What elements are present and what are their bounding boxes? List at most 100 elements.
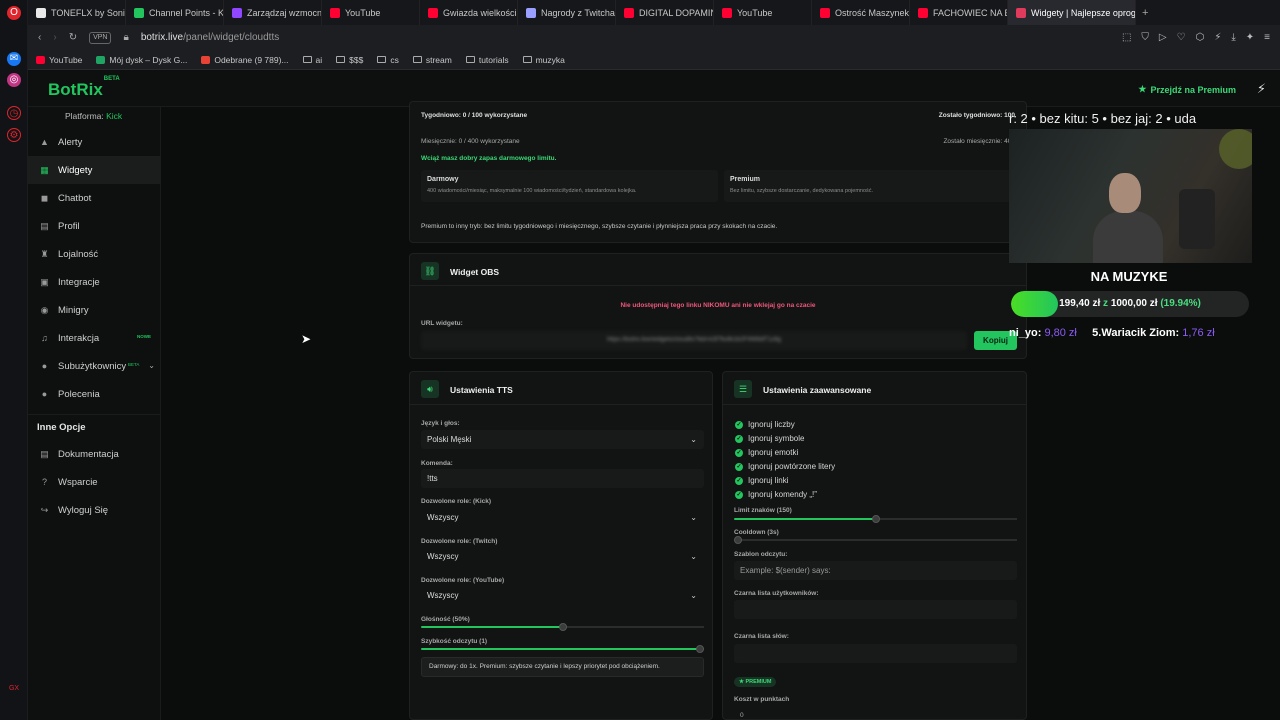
ignore-checkbox[interactable]: ✓ Ignoruj emotki [735,448,798,457]
goal-progress-text: 199,40 zł z 1000,00 zł (19.94%) [1011,291,1249,317]
points-cost-value[interactable]: 0 [740,712,744,719]
plan-free: Darmowy 400 wiadomości/miesiąc, maksymal… [421,170,718,202]
browser-tab[interactable]: DIGITAL DOPAMINE [616,0,714,25]
botrix-logo[interactable]: BotRixBETA [48,76,120,100]
screenshot-icon[interactable]: ⬚ [1122,32,1131,43]
roles-kick-label: Dozwolone role: (Kick) [421,498,492,505]
overlay-ticker: r: 2 • bez kitu: 5 • bez jaj: 2 • uda [1009,111,1197,126]
check-icon[interactable]: ✓ [735,434,743,443]
volume-knob[interactable] [559,623,567,631]
browser-tab[interactable]: TONEFLX by SoniX [28,0,126,25]
chevron-down-icon[interactable]: ⌄ [148,361,155,370]
sidebar-item[interactable]: ↪ Wyloguj Się [28,496,161,524]
gx-icon[interactable]: GX [7,682,21,696]
browser-tab[interactable]: Widgety | Najlepsze oprog [1008,0,1136,25]
cooldown-knob[interactable] [734,536,742,544]
aria-icon[interactable]: ✦ [1246,32,1254,43]
history-icon[interactable]: ◷ [7,106,21,120]
sidebar-item-label: Lojalność [58,248,99,260]
sidebar-item[interactable]: ♫ Interakcja NOWE [28,324,161,352]
browser-tab[interactable]: Gwiazda wielkości [420,0,518,25]
sidebar-item[interactable]: ▤ Dokumentacja [28,440,161,468]
sidebar-item[interactable]: ▤ Profil [28,212,161,240]
ignore-checkbox[interactable]: ✓ Ignoruj powtórzone litery [735,462,835,471]
check-icon[interactable]: ✓ [735,476,743,485]
go-premium-link[interactable]: ★ Przejdź na Premium [1138,84,1236,95]
blacklist-words-input[interactable] [734,644,1017,663]
command-input[interactable]: !tts [421,469,704,488]
sidebar-item[interactable]: ▲ Alerty [28,128,161,156]
template-input[interactable]: Example: $(sender) says: [734,561,1017,580]
obs-url-input[interactable]: https://botrix.live/widgets/cloudtts?bid… [421,331,967,350]
bookmark-item[interactable]: stream [412,55,452,65]
sidebar-item[interactable]: ● Polecenia [28,380,161,408]
extensions-icon[interactable]: ⬡ [1196,32,1205,43]
ignore-checkbox[interactable]: ✓ Ignoruj komendy „!” [735,490,817,499]
sidebar-item[interactable]: ◉ Minigry [28,296,161,324]
browser-tab[interactable]: YouTube [322,0,420,25]
weekly-left: Zostało tygodniowo: 100 [938,112,1015,119]
url-field[interactable]: botrix.live/panel/widget/cloudtts [141,32,279,43]
sidebar-item[interactable]: ◼ Chatbot [28,184,161,212]
bookmark-item[interactable]: ai [302,55,322,65]
speed-slider[interactable] [421,645,704,653]
browser-tab[interactable]: Channel Points - Ki [126,0,224,25]
roles-kick-value: Wszyscy [427,513,459,522]
check-icon[interactable]: ✓ [735,490,743,499]
vpn-badge[interactable]: VPN [89,31,112,44]
browser-tab[interactable]: Nagrody z Twitcha [518,0,616,25]
check-icon[interactable]: ✓ [735,448,743,457]
blacklist-users-input[interactable] [734,600,1017,619]
sidebar-item[interactable]: ♜ Lojalność [28,240,161,268]
browser-tab[interactable]: Zarządzaj wzmocn [224,0,322,25]
browser-tab[interactable]: Ostrość Maszynek [812,0,910,25]
volume-slider[interactable] [421,623,704,631]
menu-icon[interactable]: ≡ [1264,32,1270,43]
kick-bolt-icon[interactable]: ⚡︎ [1257,81,1266,97]
flow-icon[interactable]: ⚡︎ [1214,32,1221,43]
instagram-icon[interactable]: ◎ [7,73,21,87]
bookmark-item[interactable]: tutorials [465,55,509,65]
roles-yt-select[interactable]: Wszyscy ⌄ [421,586,704,605]
send-icon[interactable]: ▷ [1159,32,1167,43]
voice-select[interactable]: Polski Męski ⌄ [421,430,704,449]
roles-kick-select[interactable]: Wszyscy ⌄ [421,508,704,527]
roles-twitch-select[interactable]: Wszyscy ⌄ [421,547,704,566]
forward-icon[interactable]: › [53,32,56,43]
bookmark-item[interactable]: cs [377,55,399,65]
bookmark-item[interactable]: muzyka [522,54,565,65]
check-icon[interactable]: ✓ [735,462,743,471]
bookmark-item[interactable]: Mój dysk – Dysk G... [96,55,187,65]
char-limit-slider[interactable] [734,515,1017,523]
bookmark-item[interactable]: $$$ [336,55,363,65]
sidebar-item[interactable]: ? Wsparcie [28,468,161,496]
sidebar-item[interactable]: ▦ Widgety [28,156,161,184]
check-icon[interactable]: ✓ [735,420,743,429]
ignore-checkbox[interactable]: ✓ Ignoruj liczby [735,420,795,429]
ignore-checkbox[interactable]: ✓ Ignoruj linki [735,476,788,485]
bookmark-item[interactable]: Odebrane (9 789)... [201,55,289,65]
shield-icon[interactable]: ⛉ [1141,32,1149,43]
char-limit-knob[interactable] [872,515,880,523]
reload-icon[interactable]: ↻ [69,32,77,43]
browser-tab[interactable]: FACHOWIEC NA BI [910,0,1008,25]
settings-icon[interactable]: ⚙ [7,128,21,142]
back-icon[interactable]: ‹ [38,32,41,43]
chatbot-icon: ◼ [40,192,49,203]
speed-knob[interactable] [696,645,704,653]
browser-tab[interactable]: YouTube [714,0,812,25]
logo-text: BotRix [48,80,103,99]
cooldown-slider[interactable] [734,536,1017,544]
tab-favicon-icon [134,7,144,18]
bookmark-label: muzyka [535,54,565,65]
messenger-icon[interactable]: ✉ [7,52,21,66]
opera-logo-icon[interactable]: O [7,6,21,20]
template-label: Szablon odczytu: [734,551,788,558]
sidebar-item[interactable]: ▣ Integracje [28,268,161,296]
ignore-checkbox[interactable]: ✓ Ignoruj symbole [735,434,804,443]
sidebar-item[interactable]: ● Subużytkownicy BETA ⌄ [28,352,161,380]
new-tab-icon[interactable]: + [1136,7,1154,19]
bookmark-item[interactable]: YouTube [36,55,82,65]
heart-icon[interactable]: ♡ [1177,32,1186,43]
download-icon[interactable]: ⤓ [1231,32,1235,43]
